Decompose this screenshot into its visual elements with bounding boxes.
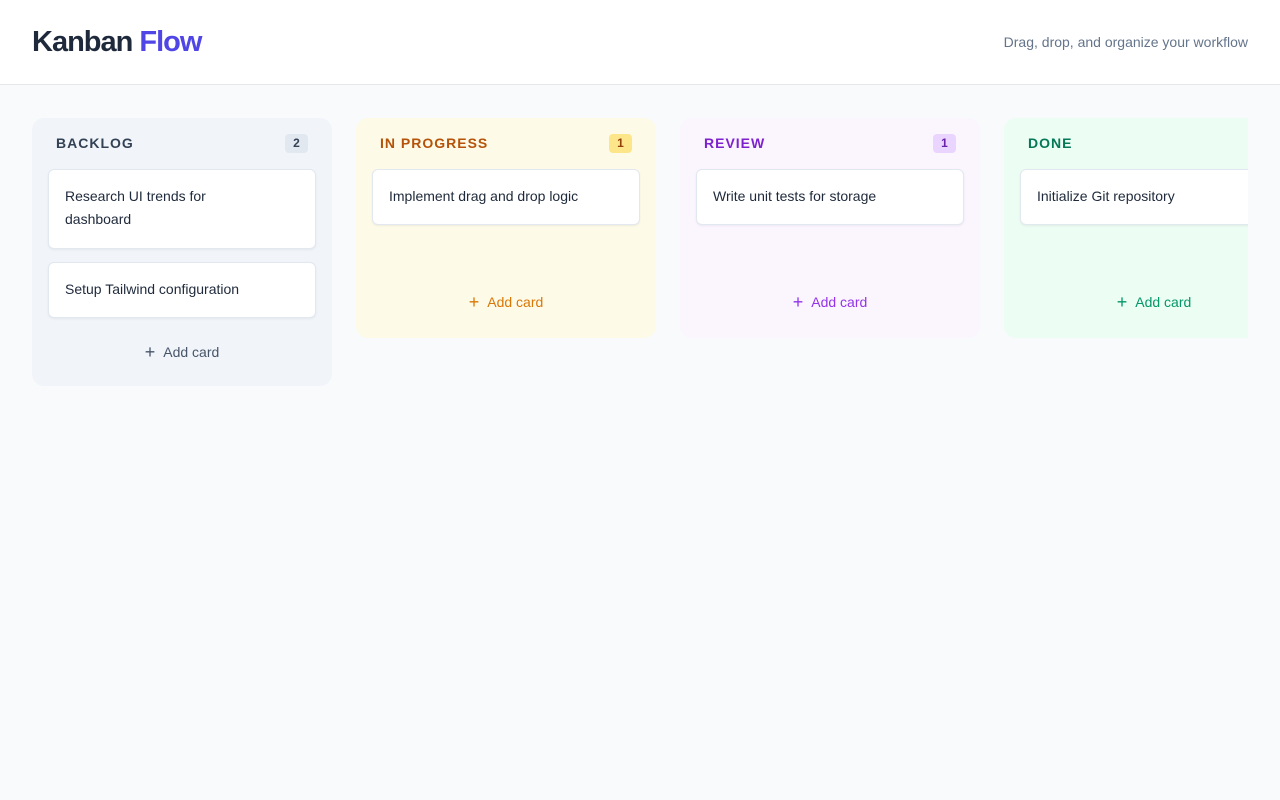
card-count-badge: 1 <box>609 133 632 153</box>
add-card-label: Add card <box>1135 294 1192 310</box>
column-header: DONE <box>1020 134 1248 152</box>
add-card-label: Add card <box>163 344 220 360</box>
column-header: REVIEW 1 <box>696 133 964 153</box>
column-in-progress: IN PROGRESS 1 Implement drag and drop lo… <box>356 118 656 338</box>
column-title: DONE <box>1028 135 1073 151</box>
add-card-button[interactable]: + Add card <box>696 290 964 314</box>
column-title: REVIEW <box>704 135 766 151</box>
plus-icon: + <box>144 342 156 362</box>
plus-icon: + <box>792 292 804 312</box>
column-done: DONE Initialize Git repository + Add car… <box>1004 118 1248 338</box>
card-count-badge: 2 <box>285 133 308 153</box>
task-card[interactable]: Implement drag and drop logic <box>372 169 640 225</box>
column-header: IN PROGRESS 1 <box>372 133 640 153</box>
task-card[interactable]: Research UI trends for dashboard <box>48 169 316 249</box>
add-card-button[interactable]: + Add card <box>48 340 316 364</box>
add-card-button[interactable]: + Add card <box>372 290 640 314</box>
app-header: Kanban Flow Drag, drop, and organize you… <box>0 0 1280 85</box>
task-card[interactable]: Write unit tests for storage <box>696 169 964 225</box>
header-tagline: Drag, drop, and organize your workflow <box>1003 34 1248 50</box>
add-card-label: Add card <box>811 294 868 310</box>
column-title: BACKLOG <box>56 135 134 151</box>
add-card-label: Add card <box>487 294 544 310</box>
logo-accent-text: Flow <box>139 25 202 58</box>
task-card[interactable]: Initialize Git repository <box>1020 169 1248 225</box>
plus-icon: + <box>468 292 480 312</box>
plus-icon: + <box>1116 292 1128 312</box>
app-logo: Kanban Flow <box>32 25 202 59</box>
task-card[interactable]: Setup Tailwind configuration <box>48 262 316 318</box>
add-card-button[interactable]: + Add card <box>1020 290 1248 314</box>
column-header: BACKLOG 2 <box>48 133 316 153</box>
column-backlog: BACKLOG 2 Research UI trends for dashboa… <box>32 118 332 386</box>
logo-main-text: Kanban <box>32 25 133 58</box>
column-review: REVIEW 1 Write unit tests for storage + … <box>680 118 980 338</box>
column-title: IN PROGRESS <box>380 135 489 151</box>
card-count-badge: 1 <box>933 133 956 153</box>
kanban-board: BACKLOG 2 Research UI trends for dashboa… <box>32 118 1248 418</box>
